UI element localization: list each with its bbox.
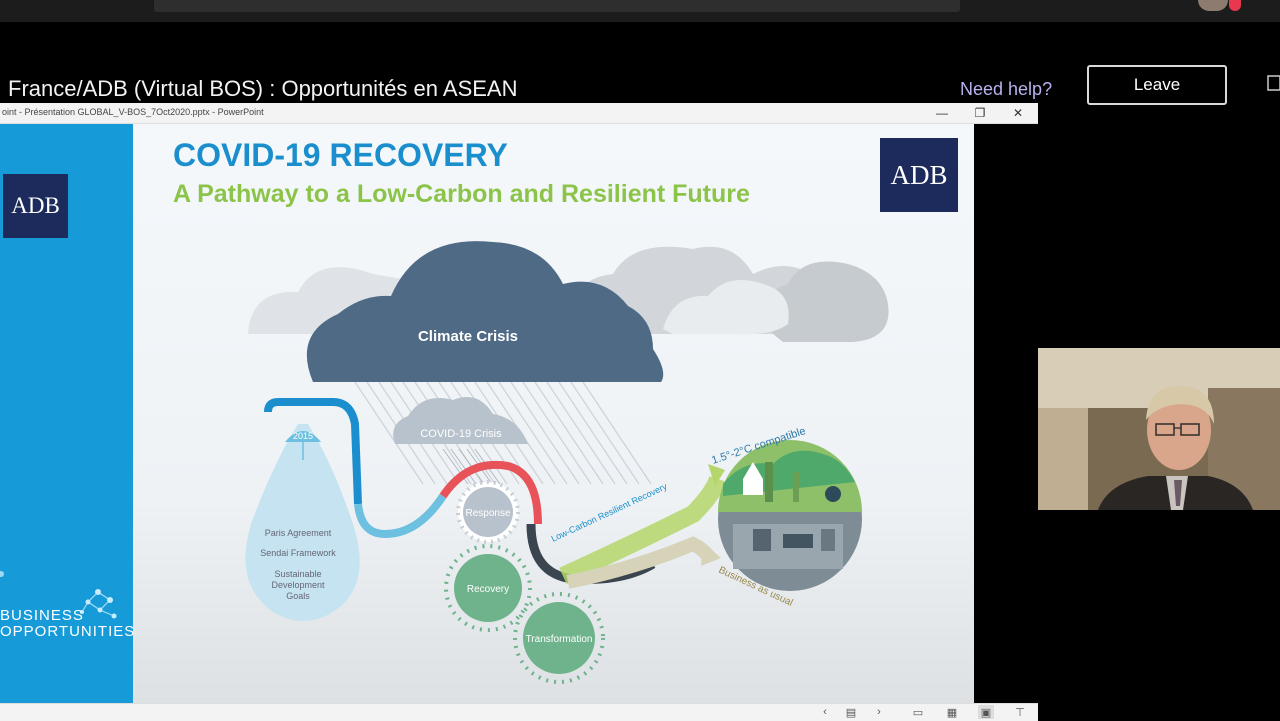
notification-dot (1229, 0, 1241, 11)
stage-recovery-label: Recovery (467, 584, 509, 595)
slideshow-icon[interactable]: ⊤ (1012, 705, 1028, 719)
drop-line-4: Development (271, 580, 325, 590)
ppt-titlebar: oint - Présentation GLOBAL_V-BOS_7Oct202… (0, 103, 1038, 124)
chevron-right-icon[interactable]: › (871, 705, 887, 719)
brand-line-1: BUSINESS (0, 607, 84, 624)
participant-video[interactable] (1038, 348, 1280, 510)
meeting-title: France/ADB (Virtual BOS) : Opportunités … (8, 76, 518, 101)
ppt-window-title: oint - Présentation GLOBAL_V-BOS_7Oct202… (2, 107, 264, 117)
adb-logo-right-text: ADB (890, 160, 947, 190)
brand-line-2: OPPORTUNITIES (0, 623, 136, 640)
climate-crisis-cloud (306, 241, 664, 382)
chevron-left-icon[interactable]: ‹ (817, 705, 833, 719)
side-panel-icon[interactable] (1266, 74, 1280, 92)
notes-icon[interactable]: ▤ (843, 705, 859, 719)
need-help-link[interactable]: Need help? (960, 79, 1052, 100)
slide-title: COVID-19 RECOVERY (173, 137, 508, 173)
drop-line-3: Sustainable (274, 569, 321, 579)
light-blue-path (354, 493, 447, 539)
search-box[interactable] (154, 0, 960, 12)
participant-video-image (1038, 348, 1280, 510)
slide-sorter-icon[interactable]: ▦ (944, 705, 960, 719)
drop-line-2: Sendai Framework (260, 548, 336, 558)
ppt-statusbar: ‹ ▤ › ▭ ▦ ▣ ⊤ (0, 703, 1038, 721)
restore-icon[interactable]: ❐ (960, 103, 1000, 123)
decorative-dot-icon (0, 571, 4, 577)
future-scene (718, 440, 862, 591)
minimize-icon[interactable]: — (922, 103, 962, 123)
stage-response-label: Response (465, 508, 510, 519)
adb-logo-left: ADB (3, 174, 68, 238)
covid-crisis-label: COVID-19 Crisis (420, 428, 502, 440)
normal-view-icon[interactable]: ▭ (910, 705, 926, 719)
reading-view-icon[interactable]: ▣ (978, 705, 994, 719)
top-bar (0, 0, 1280, 22)
close-icon[interactable]: ✕ (998, 103, 1038, 123)
stage-response: Response (456, 480, 520, 544)
climate-crisis-label: Climate Crisis (418, 328, 518, 345)
stage-recovery: Recovery (444, 544, 532, 632)
user-avatar[interactable] (1198, 0, 1228, 11)
drop-line-1: Paris Agreement (265, 528, 332, 538)
stage-transformation: Transformation (513, 592, 605, 684)
year-label: 2015 (293, 431, 313, 441)
slide: ADB BUSINESS OPPORTUNITIES COVID-19 RECO… (0, 124, 974, 703)
leave-button[interactable]: Leave (1087, 65, 1227, 105)
drop-line-5: Goals (286, 591, 310, 601)
slide-left-bar: ADB BUSINESS OPPORTUNITIES (0, 124, 135, 703)
business-opportunities-text: BUSINESS OPPORTUNITIES (0, 608, 135, 640)
adb-logo-right: ADB (880, 138, 958, 212)
slide-subtitle: A Pathway to a Low-Carbon and Resilient … (173, 180, 750, 208)
stage-transformation-label: Transformation (526, 634, 593, 645)
shared-powerpoint-window: oint - Présentation GLOBAL_V-BOS_7Oct202… (0, 103, 1038, 721)
slide-margin (974, 124, 1038, 703)
slide-content: COVID-19 RECOVERY A Pathway to a Low-Car… (133, 124, 974, 703)
